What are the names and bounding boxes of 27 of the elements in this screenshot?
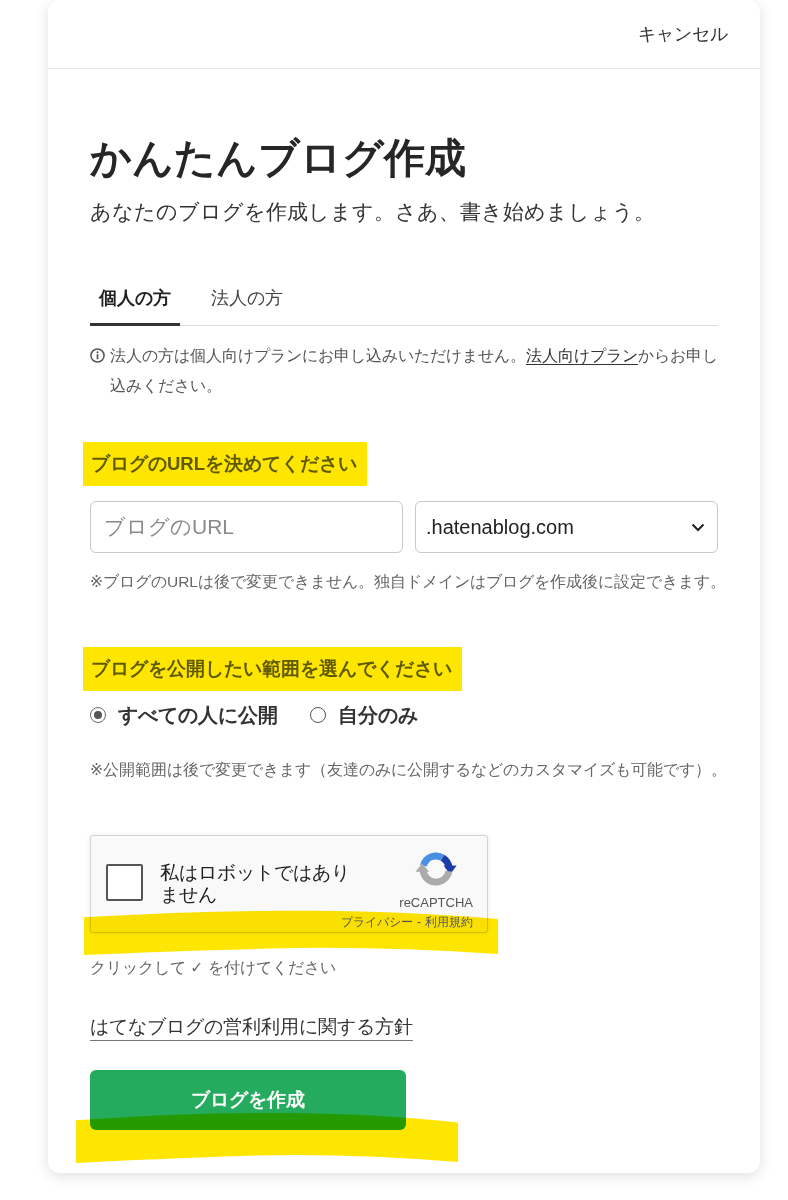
tab[interactable]: 法人の方 [202, 279, 292, 326]
robot-checkbox[interactable] [106, 864, 143, 901]
policy-link[interactable]: はてなブログの営利利用に関する方針 [90, 1014, 413, 1041]
visibility-option[interactable]: すべての人に公開 [90, 701, 278, 729]
privacy-link[interactable]: プライバシー [341, 914, 413, 932]
corporate-plan-link[interactable]: 法人向けプラン [526, 347, 638, 365]
radio-button[interactable] [310, 707, 326, 723]
section-heading: ブログを公開したい範囲を選んでください [83, 647, 462, 691]
radio-button[interactable] [90, 707, 106, 723]
url-note: ※ブログのURLは後で変更できません。独自ドメインはブログを作成後に設定できます。 [90, 572, 726, 592]
tab[interactable]: 個人の方 [90, 279, 180, 326]
info-icon [90, 348, 105, 363]
cancel-link[interactable]: キャンセル [638, 22, 728, 46]
url-input-field[interactable]: ブログのURL [90, 501, 403, 553]
page-subtitle: あなたのブログを作成します。さあ、書き始めましょう。 [90, 199, 655, 225]
page-title: かんたんブログ作成 [90, 134, 466, 183]
visibility-option[interactable]: 自分のみ [310, 701, 418, 729]
visibility-note: ※公開範囲は後で変更できます（友達のみに公開するなどのカスタマイズも可能です）。 [90, 760, 727, 780]
domain-select[interactable]: .hatenablog.com [415, 501, 718, 553]
robot-check-label: 私はロボットではありません [160, 862, 351, 906]
recaptcha-hint: クリックして ✓ を付けてください [90, 958, 336, 978]
recaptcha-brand: reCAPTCHA [399, 895, 473, 911]
chevron-down-icon [691, 522, 705, 532]
terms-link[interactable]: 利用規約 [425, 914, 473, 932]
link-separator: - [417, 914, 421, 931]
notice-text: 法人の方は個人向けプランにお申し込みいただけません。法人向けプランからお申し込みください。 [110, 346, 718, 396]
section-heading: ブログのURLを決めてください [83, 442, 368, 486]
